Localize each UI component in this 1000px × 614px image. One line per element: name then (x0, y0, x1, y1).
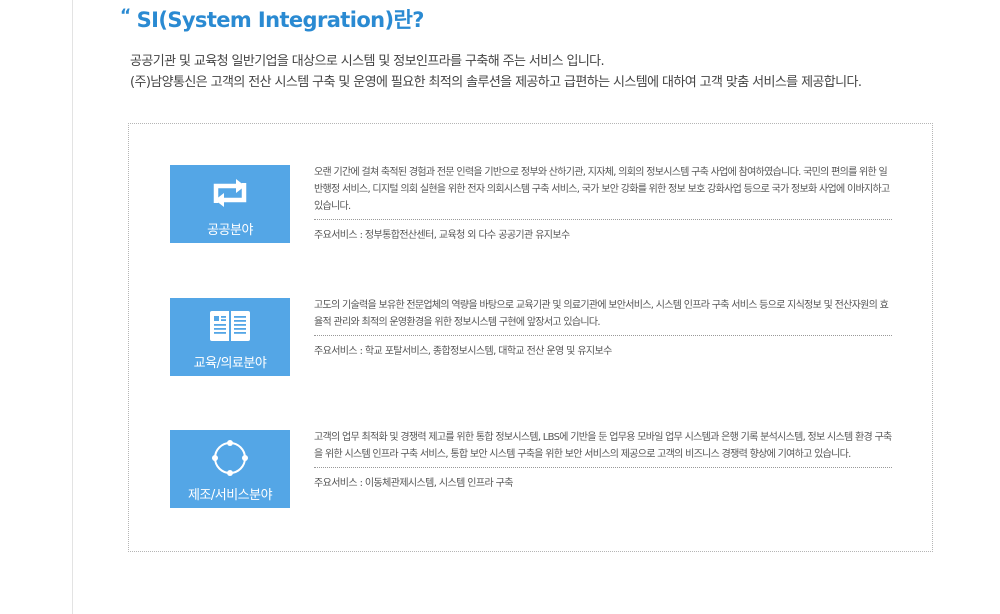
intro-line-2: (주)남양통신은 고객의 전산 시스템 구축 및 운영에 필요한 최적의 솔루션… (130, 75, 862, 90)
service-tile-manufacturing: 제조/서비스분야 (170, 430, 290, 508)
content-left-border (72, 0, 73, 614)
service-description-public: 오랜 기간에 걸쳐 축적된 경험과 전문 인력을 기반으로 정부와 산하기관, … (314, 167, 890, 212)
service-panel: 공공분야 오랜 기간에 걸쳐 축적된 경험과 전문 인력을 기반으로 정부와 산… (128, 123, 933, 552)
service-tile-education-medical: 교육/의료분야 (170, 298, 290, 376)
service-public: 공공분야 오랜 기간에 걸쳐 축적된 경험과 전문 인력을 기반으로 정부와 산… (170, 165, 893, 245)
page-title: “SI(System Integration)란? (120, 4, 424, 34)
service-tile-public: 공공분야 (170, 165, 290, 243)
service-label-manufacturing: 제조/서비스분야 (187, 488, 273, 503)
service-label-education-medical: 교육/의료분야 (193, 356, 267, 371)
service-main-education-medical: 주요서비스 : 학교 포탈서비스, 종합정보시스템, 대학교 전산 운영 및 유… (314, 346, 612, 357)
service-divider (314, 219, 892, 220)
service-body-education-medical: 고도의 기술력을 보유한 전문업체의 역량을 바탕으로 교육기관 및 의료기관에… (314, 297, 892, 360)
intro-text: 공공기관 및 교육청 일반기업을 대상으로 시스템 및 정보인프라를 구축해 주… (130, 51, 990, 93)
service-main-public: 주요서비스 : 정부통합전산센터, 교육청 외 다수 공공기관 유지보수 (314, 230, 570, 241)
service-education-medical: 교육/의료분야 고도의 기술력을 보유한 전문업체의 역량을 바탕으로 교육기관… (170, 298, 893, 378)
cycle-arrows-icon (170, 175, 290, 211)
title-text: SI(System Integration)란? (136, 8, 425, 32)
circle-nodes-icon (170, 440, 290, 476)
service-main-manufacturing: 주요서비스 : 이동체관제시스템, 시스템 인프라 구축 (314, 478, 513, 489)
title-quote-mark: “ (120, 6, 131, 26)
service-description-education-medical: 고도의 기술력을 보유한 전문업체의 역량을 바탕으로 교육기관 및 의료기관에… (314, 300, 889, 328)
service-body-manufacturing: 고객의 업무 최적화 및 경쟁력 제고를 위한 통합 정보시스템, LBS에 기… (314, 429, 892, 492)
service-description-manufacturing: 고객의 업무 최적화 및 경쟁력 제고를 위한 통합 정보시스템, LBS에 기… (314, 432, 892, 460)
service-manufacturing: 제조/서비스분야 고객의 업무 최적화 및 경쟁력 제고를 위한 통합 정보시스… (170, 430, 893, 510)
service-divider (314, 335, 892, 336)
intro-line-1: 공공기관 및 교육청 일반기업을 대상으로 시스템 및 정보인프라를 구축해 주… (130, 54, 605, 69)
service-divider (314, 467, 892, 468)
service-body-public: 오랜 기간에 걸쳐 축적된 경험과 전문 인력을 기반으로 정부와 산하기관, … (314, 164, 892, 244)
service-label-public: 공공분야 (207, 223, 253, 238)
open-book-icon (170, 308, 290, 344)
